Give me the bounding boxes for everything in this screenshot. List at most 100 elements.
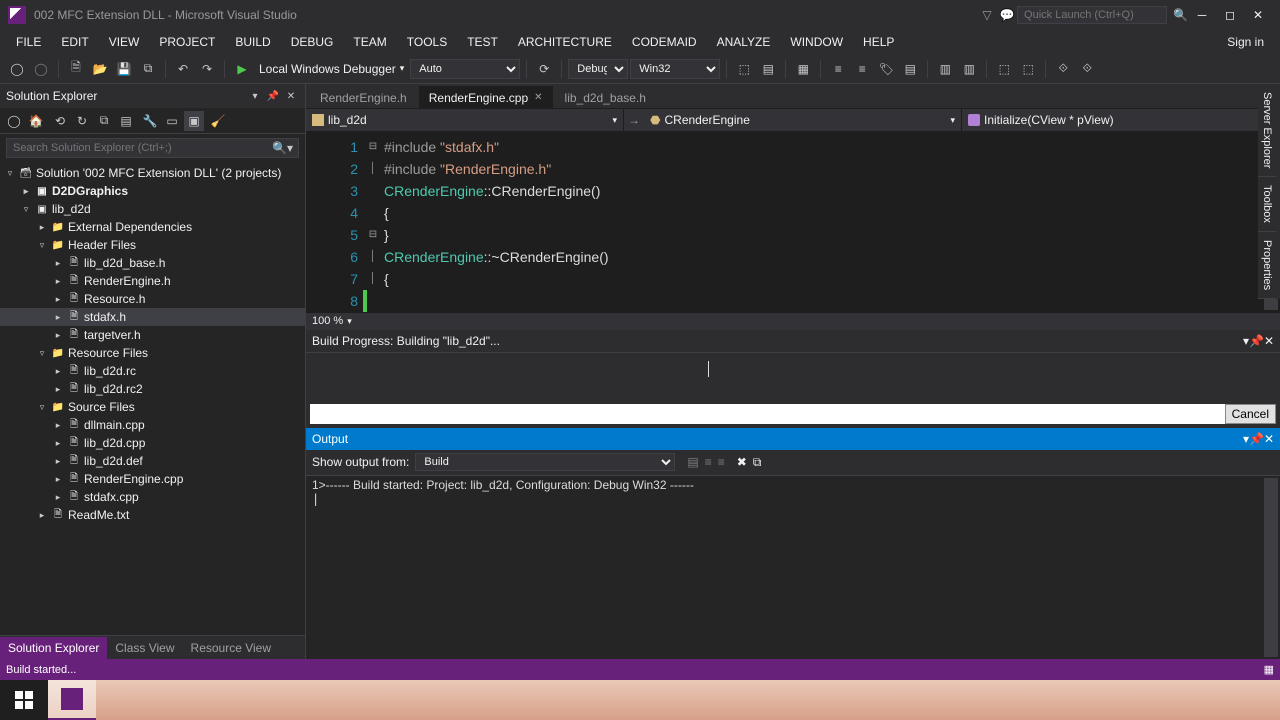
tree-file[interactable]: ▸🗎RenderEngine.h: [0, 272, 305, 290]
tool-icon-2[interactable]: ▤: [757, 58, 779, 80]
pin-icon[interactable]: 📌: [265, 88, 281, 104]
save-icon[interactable]: 💾: [113, 58, 135, 80]
se-cleanup-icon[interactable]: 🧹: [208, 111, 228, 131]
menu-analyze[interactable]: ANALYZE: [709, 32, 779, 52]
tree-file[interactable]: ▸🗎lib_d2d.cpp: [0, 434, 305, 452]
sign-in-link[interactable]: Sign in: [1219, 32, 1272, 52]
sidebar-tab[interactable]: Resource View: [183, 637, 279, 659]
start-button[interactable]: [0, 680, 48, 720]
minimize-button[interactable]: ─: [1188, 5, 1216, 25]
tool-window-tab[interactable]: Server Explorer: [1258, 84, 1276, 177]
maximize-button[interactable]: ◻: [1216, 5, 1244, 25]
search-icon[interactable]: 🔍: [1173, 8, 1188, 22]
tree-folder[interactable]: ▿📁Resource Files: [0, 344, 305, 362]
output-wrap-icon[interactable]: ⧉: [753, 455, 762, 470]
indent-left-icon[interactable]: ≡: [827, 58, 849, 80]
nav-member[interactable]: Initialize(CView * pView)▾: [962, 109, 1280, 131]
se-sync-icon[interactable]: ⟲: [50, 111, 70, 131]
redo-icon[interactable]: ↷: [196, 58, 218, 80]
solution-tree[interactable]: ▿🗃Solution '002 MFC Extension DLL' (2 pr…: [0, 162, 305, 635]
tool-icon-9[interactable]: ⟐: [1076, 58, 1098, 80]
save-all-icon[interactable]: ⧉: [137, 58, 159, 80]
nav-class[interactable]: ⬣CRenderEngine▾: [644, 109, 962, 131]
menu-test[interactable]: TEST: [459, 32, 506, 52]
tree-folder[interactable]: ▿🗃Solution '002 MFC Extension DLL' (2 pr…: [0, 164, 305, 182]
se-view-icon[interactable]: ▣: [184, 111, 204, 131]
output-pin-icon[interactable]: 📌: [1249, 432, 1264, 446]
back-icon[interactable]: ◯: [6, 58, 28, 80]
tree-file[interactable]: ▸🗎RenderEngine.cpp: [0, 470, 305, 488]
tree-file[interactable]: ▸🗎dllmain.cpp: [0, 416, 305, 434]
taskbar-vs-icon[interactable]: [48, 680, 96, 720]
output-source-select[interactable]: Build: [415, 453, 675, 471]
menu-codemaid[interactable]: CODEMAID: [624, 32, 705, 52]
config-select[interactable]: Debug: [568, 59, 628, 79]
tool-icon-7[interactable]: ⬚: [1017, 58, 1039, 80]
output-scrollbar[interactable]: [1264, 478, 1278, 658]
se-collapse-icon[interactable]: ⧉: [94, 111, 114, 131]
menu-team[interactable]: TEAM: [345, 32, 394, 52]
se-showall-icon[interactable]: ▤: [116, 111, 136, 131]
code-editor[interactable]: 12345678910 ⊟│⊟││⊟│ #include "stdafx.h"#…: [306, 132, 1280, 312]
menu-window[interactable]: WINDOW: [782, 32, 851, 52]
tree-file[interactable]: ▸🗎lib_d2d.rc2: [0, 380, 305, 398]
tree-file[interactable]: ▸🗎Resource.h: [0, 290, 305, 308]
solution-search-input[interactable]: [6, 138, 299, 158]
se-preview-icon[interactable]: ▭: [162, 111, 182, 131]
se-back-icon[interactable]: ◯: [4, 111, 24, 131]
menu-project[interactable]: PROJECT: [151, 32, 223, 52]
tool-icon-1[interactable]: ⬚: [733, 58, 755, 80]
close-tab-icon[interactable]: ✕: [534, 92, 542, 103]
tree-file[interactable]: ▸🗎stdafx.h: [0, 308, 305, 326]
start-debugging-button[interactable]: ▶: [231, 58, 253, 80]
se-home-icon[interactable]: 🏠: [26, 111, 46, 131]
output-clear-icon[interactable]: ✖: [737, 455, 747, 469]
tool-icon-3[interactable]: ▦: [792, 58, 814, 80]
menu-help[interactable]: HELP: [855, 32, 902, 52]
notifications-icon[interactable]: ▽: [977, 5, 997, 25]
debugger-target[interactable]: Local Windows Debugger ▾: [255, 62, 408, 76]
new-project-icon[interactable]: 🗎: [65, 58, 87, 80]
tool-icon-8[interactable]: ⟐: [1052, 58, 1074, 80]
panel-close-icon[interactable]: ✕: [283, 88, 299, 104]
tool-icon-6[interactable]: ⬚: [993, 58, 1015, 80]
tool-icon-4[interactable]: ▥: [934, 58, 956, 80]
tool-window-tab[interactable]: Properties: [1258, 232, 1276, 299]
output-close-icon[interactable]: ✕: [1264, 432, 1274, 446]
output-text[interactable]: 1>------ Build started: Project: lib_d2d…: [306, 476, 1280, 660]
zoom-selector[interactable]: 100 % ▾: [306, 312, 1280, 330]
menu-edit[interactable]: EDIT: [53, 32, 96, 52]
search-icon[interactable]: 🔍▾: [272, 141, 293, 155]
file-tab[interactable]: RenderEngine.h: [310, 86, 417, 108]
menu-tools[interactable]: TOOLS: [399, 32, 455, 52]
forward-icon[interactable]: ◯: [30, 58, 52, 80]
quick-launch-input[interactable]: [1017, 6, 1167, 24]
se-refresh-icon[interactable]: ↻: [72, 111, 92, 131]
menu-architecture[interactable]: ARCHITECTURE: [510, 32, 620, 52]
tree-file[interactable]: ▸🗎targetver.h: [0, 326, 305, 344]
se-properties-icon[interactable]: 🔧: [140, 111, 160, 131]
tree-folder[interactable]: ▸📁External Dependencies: [0, 218, 305, 236]
file-tab[interactable]: lib_d2d_base.h: [555, 86, 656, 108]
output-tool-3[interactable]: ≡: [718, 455, 725, 469]
menu-debug[interactable]: DEBUG: [283, 32, 342, 52]
output-tool-1[interactable]: ▤: [687, 455, 698, 469]
tree-file[interactable]: ▸🗎stdafx.cpp: [0, 488, 305, 506]
tree-folder[interactable]: ▿📁Header Files: [0, 236, 305, 254]
indent-right-icon[interactable]: ≡: [851, 58, 873, 80]
undo-icon[interactable]: ↶: [172, 58, 194, 80]
tool-icon-5[interactable]: ▥: [958, 58, 980, 80]
build-pin-icon[interactable]: 📌: [1249, 334, 1264, 348]
tool-window-tab[interactable]: Toolbox: [1258, 177, 1276, 232]
tree-folder[interactable]: ▿📁Source Files: [0, 398, 305, 416]
tree-file[interactable]: ▸🗎lib_d2d_base.h: [0, 254, 305, 272]
bookmark-icon[interactable]: 🏷: [875, 58, 897, 80]
menu-file[interactable]: FILE: [8, 32, 49, 52]
tree-folder[interactable]: ▸▣D2DGraphics: [0, 182, 305, 200]
tree-file[interactable]: ▸🗎ReadMe.txt: [0, 506, 305, 524]
feedback-icon[interactable]: 💬: [997, 5, 1017, 25]
tree-file[interactable]: ▸🗎lib_d2d.rc: [0, 362, 305, 380]
close-button[interactable]: ✕: [1244, 5, 1272, 25]
file-tab[interactable]: RenderEngine.cpp✕: [419, 86, 553, 108]
sidebar-tab[interactable]: Class View: [107, 637, 182, 659]
